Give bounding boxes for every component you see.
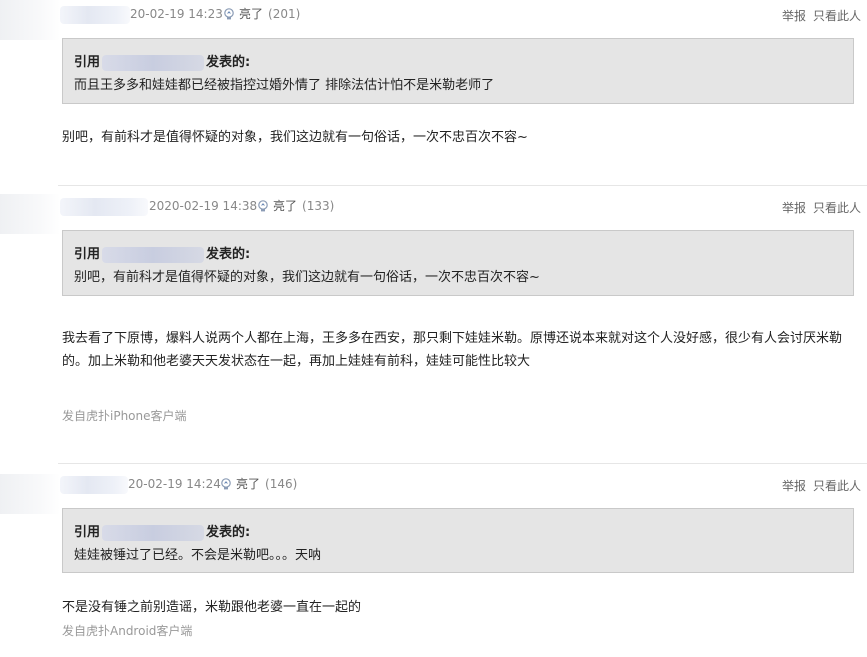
quoted-user-redacted (102, 246, 205, 263)
post-header: 20-02-19 14:23 亮了 (201) 举报 只看此人 (0, 4, 867, 28)
post-time: 20-02-19 14:23 (130, 7, 223, 21)
only-this-user-link[interactable]: 只看此人 (813, 477, 861, 494)
post-source: 发自虎扑iPhone客户端 (62, 409, 187, 423)
light-label: 亮了 (273, 199, 298, 213)
only-this-user-link[interactable]: 只看此人 (813, 199, 861, 216)
light-button[interactable]: 亮了 (146) (219, 475, 297, 492)
only-this-user-link[interactable]: 只看此人 (813, 7, 861, 24)
quote-block: 引用 发表的: 而且王多多和娃娃都已经被指控过婚外情了 排除法估计怕不是米勒老师了 (62, 38, 854, 104)
post-header: 2020-02-19 14:38 亮了 (133) 举报 只看此人 (0, 196, 867, 220)
quoted-user-redacted (102, 524, 205, 541)
light-count: (201) (268, 6, 301, 21)
divider (58, 463, 867, 464)
quote-prefix: 引用 (74, 247, 101, 262)
quote-header: 引用 发表的: (74, 51, 250, 71)
post-header: 20-02-19 14:24 亮了 (146) 举报 只看此人 (0, 474, 867, 498)
post-time: 20-02-19 14:24 (128, 477, 221, 491)
quote-suffix: 发表的: (206, 55, 251, 70)
username-redacted (60, 476, 128, 494)
lightbulb-icon (221, 477, 231, 489)
post-source: 发自虎扑Android客户端 (62, 624, 193, 638)
quote-suffix: 发表的: (206, 247, 251, 262)
post-body: 别吧，有前科才是值得怀疑的对象，我们这边就有一句俗话，一次不忠百次不容~ (62, 130, 528, 145)
light-count: (133) (302, 198, 335, 213)
lightbulb-icon (258, 199, 268, 211)
report-link[interactable]: 举报 (782, 199, 806, 216)
light-count: (146) (265, 476, 298, 491)
report-link[interactable]: 举报 (782, 7, 806, 24)
light-label: 亮了 (236, 477, 261, 491)
lightbulb-icon (224, 7, 234, 19)
report-link[interactable]: 举报 (782, 477, 806, 494)
quote-text: 娃娃被锤过了已经。不会是米勒吧。。。天呐 (74, 548, 322, 563)
username-redacted (60, 6, 130, 24)
divider (58, 185, 867, 186)
quote-suffix: 发表的: (206, 525, 251, 540)
quote-prefix: 引用 (74, 55, 101, 70)
quote-text: 而且王多多和娃娃都已经被指控过婚外情了 排除法估计怕不是米勒老师了 (74, 78, 495, 93)
light-button[interactable]: 亮了 (201) (222, 5, 300, 22)
post-body: 我去看了下原博，爆料人说两个人都在上海，王多多在西安，那只剩下娃娃米勒。原博还说… (62, 331, 843, 369)
quote-header: 引用 发表的: (74, 521, 250, 541)
post-time: 2020-02-19 14:38 (149, 199, 258, 213)
quote-block: 引用 发表的: 娃娃被锤过了已经。不会是米勒吧。。。天呐 (62, 508, 854, 573)
post-body: 不是没有锤之前别造谣，米勒跟他老婆一直在一起的 (62, 600, 362, 615)
light-label: 亮了 (239, 7, 264, 21)
quote-text: 别吧，有前科才是值得怀疑的对象，我们这边就有一句俗话，一次不忠百次不容~ (74, 270, 540, 285)
quote-block: 引用 发表的: 别吧，有前科才是值得怀疑的对象，我们这边就有一句俗话，一次不忠百次… (62, 230, 854, 296)
quote-prefix: 引用 (74, 525, 101, 540)
quoted-user-redacted (102, 54, 205, 71)
light-button[interactable]: 亮了 (133) (256, 197, 334, 214)
username-redacted (60, 198, 148, 216)
quote-header: 引用 发表的: (74, 243, 250, 263)
